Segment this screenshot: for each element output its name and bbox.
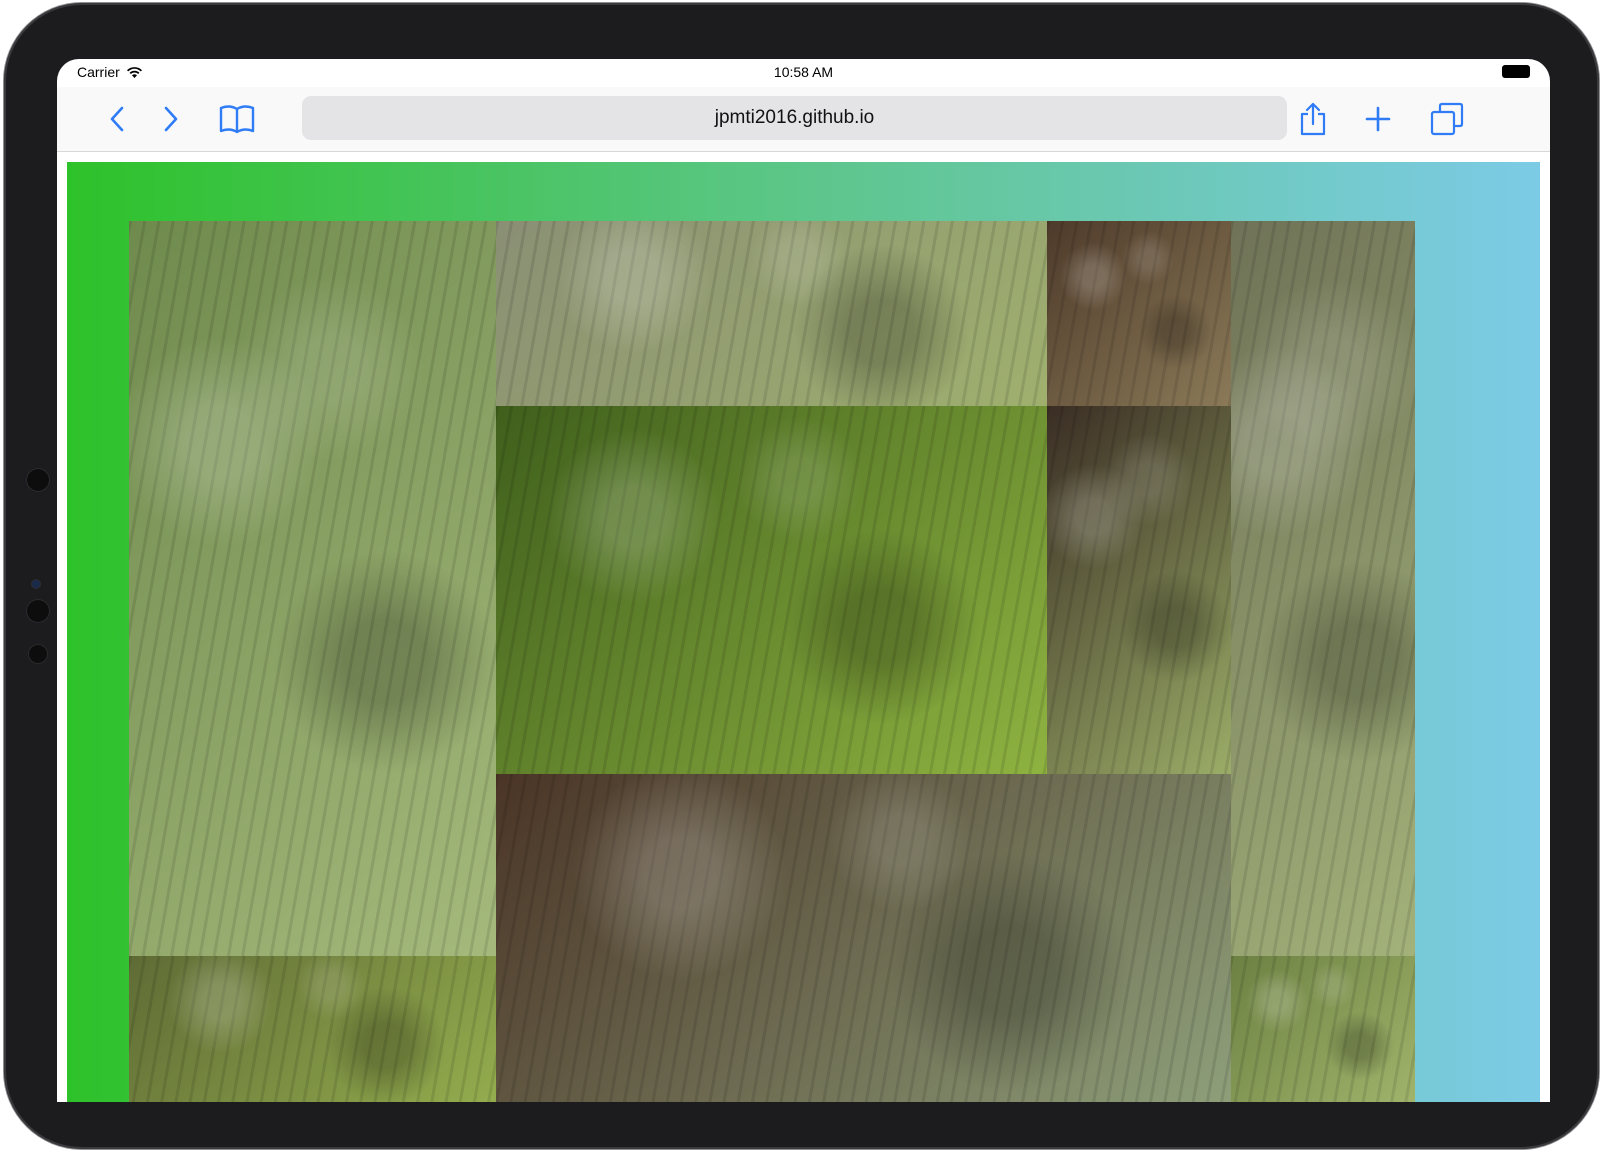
share-icon: [1300, 102, 1326, 136]
forward-chevron-icon: [164, 106, 178, 132]
volume-up-button: [26, 599, 50, 623]
gallery-photo-split-wood[interactable]: [1047, 406, 1231, 774]
tabs-button[interactable]: [1425, 97, 1469, 141]
bookmarks-book-icon: [219, 105, 255, 134]
browser-toolbar: jpmti2016.github.io: [57, 87, 1550, 152]
page-content: [67, 162, 1540, 1102]
gallery-photo-lichen-rock[interactable]: [496, 221, 1047, 406]
new-tab-button[interactable]: [1356, 97, 1400, 141]
gallery-photo-moss-bark[interactable]: [129, 956, 496, 1102]
gallery-photo-bark-wood-tall[interactable]: [129, 221, 496, 956]
clock: 10:58 AM: [773, 64, 834, 80]
url-text: jpmti2016.github.io: [714, 107, 875, 128]
front-camera: [31, 579, 41, 589]
gallery-photo-hollow-stump[interactable]: [1047, 221, 1231, 406]
back-chevron-icon: [110, 106, 124, 132]
ipad-screen: Carrier 10:58 AM jpmti2016.github.io: [57, 59, 1550, 1102]
address-bar[interactable]: jpmti2016.github.io: [302, 96, 1287, 140]
forward-button[interactable]: [149, 97, 193, 141]
gallery-photo-rotting-trunk[interactable]: [496, 774, 1231, 1102]
share-button[interactable]: [1291, 97, 1335, 141]
gallery-photo-lichen-bark-tall[interactable]: [1231, 221, 1415, 956]
volume-down-button: [28, 644, 48, 664]
gallery-photo-moss-closeup[interactable]: [496, 406, 1047, 774]
tabs-icon: [1430, 102, 1464, 136]
bookmarks-button[interactable]: [215, 97, 259, 141]
side-button: [26, 468, 50, 492]
battery-icon: [1502, 65, 1530, 78]
back-button[interactable]: [95, 97, 139, 141]
gallery-photo-green-wood[interactable]: [1231, 956, 1415, 1102]
plus-icon: [1365, 106, 1391, 132]
status-bar: Carrier 10:58 AM: [57, 59, 1550, 87]
